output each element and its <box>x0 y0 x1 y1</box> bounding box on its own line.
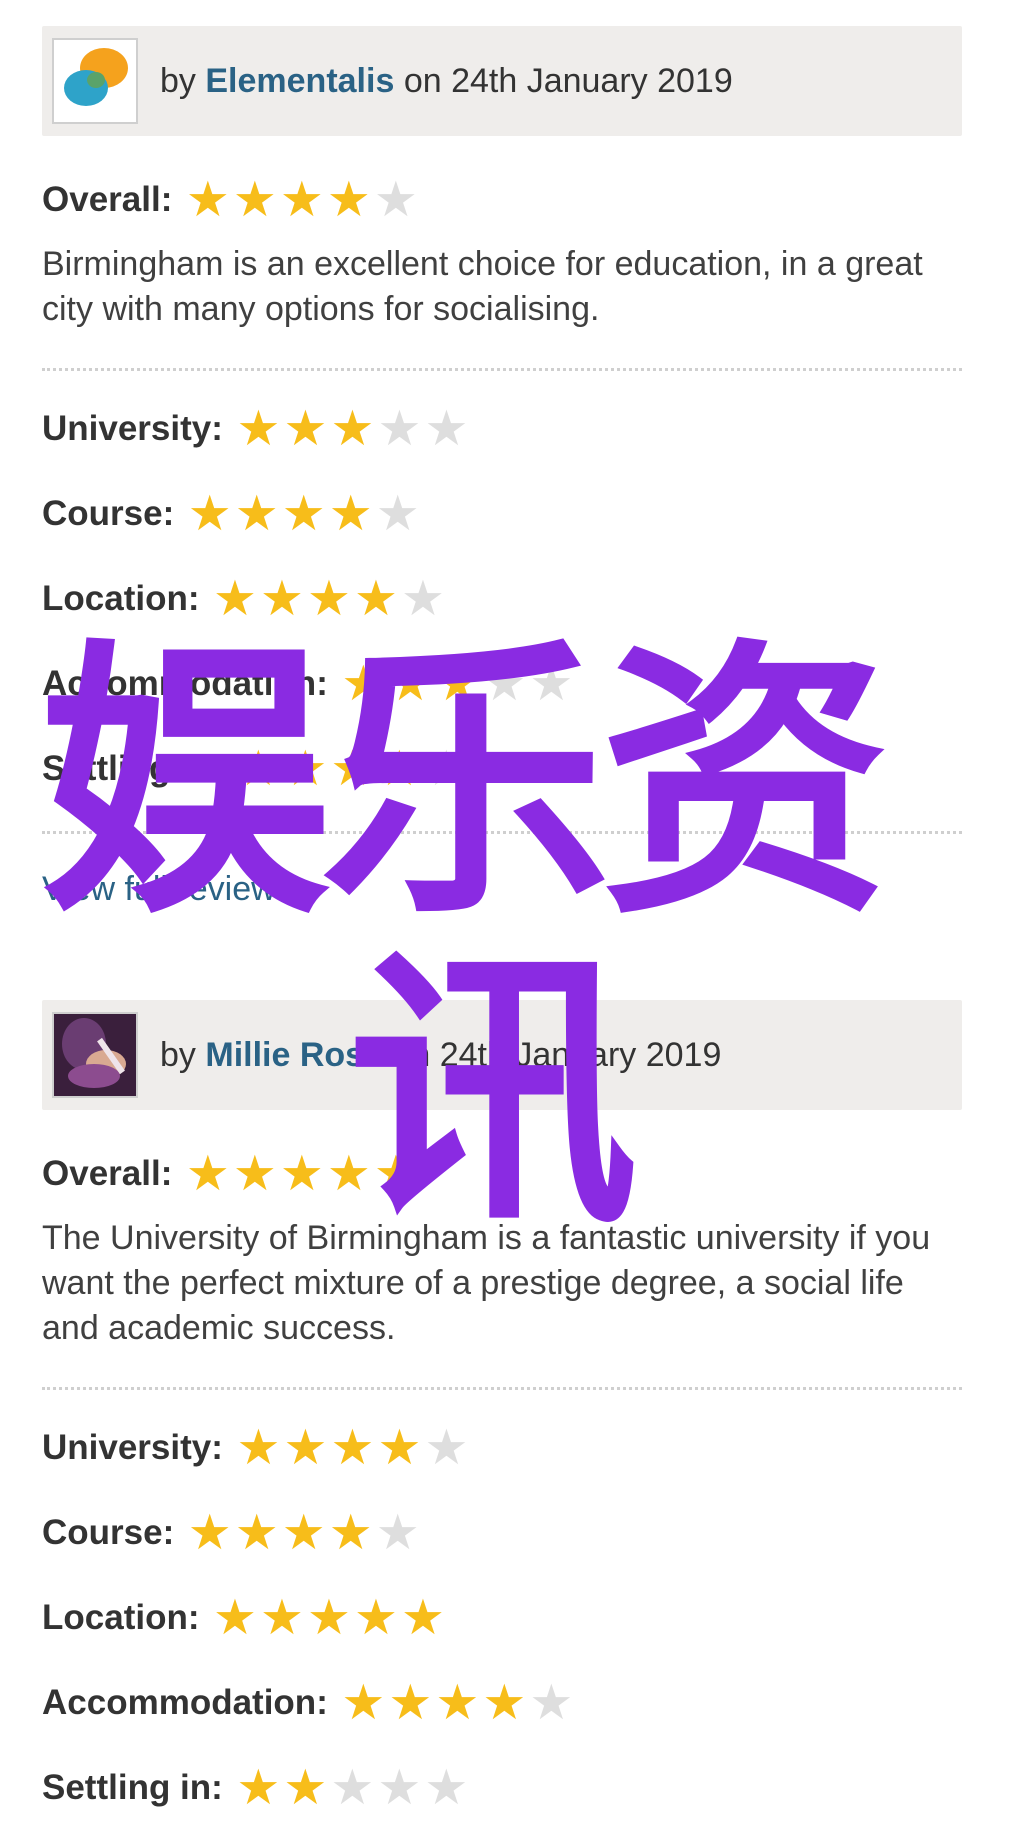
star-filled-icon: ★ <box>236 401 281 456</box>
by-label: by <box>160 1035 196 1074</box>
by-label: by <box>160 61 196 100</box>
category-row-university: University: ★ ★ ★ ★ ★ <box>42 1422 962 1474</box>
star-rating: ★ ★ ★ ★ ★ <box>235 1420 470 1475</box>
star-filled-icon: ★ <box>281 486 326 541</box>
star-filled-icon: ★ <box>236 1420 281 1475</box>
speech-bubble-avatar-icon <box>64 48 128 106</box>
star-filled-icon: ★ <box>260 1590 304 1645</box>
star-filled-icon: ★ <box>330 1420 375 1475</box>
star-filled-icon: ★ <box>435 1675 480 1730</box>
review-date: on 24th January 2019 <box>403 61 733 100</box>
category-row-course: Course: ★ ★ ★ ★ ★ <box>42 1507 962 1559</box>
category-label: Settling in: <box>42 1768 223 1807</box>
star-rating: ★ ★ ★ ★ ★ <box>235 1760 470 1815</box>
star-filled-icon: ★ <box>232 1146 277 1201</box>
star-filled-icon: ★ <box>283 1760 328 1815</box>
star-filled-icon: ★ <box>236 1760 281 1815</box>
star-filled-icon: ★ <box>377 1420 422 1475</box>
star-empty-icon: ★ <box>373 172 418 227</box>
overall-label: Overall: <box>42 180 173 219</box>
overall-rating-row: Overall: ★ ★ ★ ★ ★ <box>42 174 962 226</box>
star-rating: ★ ★ ★ ★ ★ <box>235 401 470 456</box>
star-filled-icon: ★ <box>279 1146 324 1201</box>
star-filled-icon: ★ <box>234 486 279 541</box>
star-filled-icon: ★ <box>328 1505 373 1560</box>
avatar[interactable] <box>52 1012 138 1098</box>
star-filled-icon: ★ <box>232 172 277 227</box>
category-label: Location: <box>42 1598 200 1637</box>
star-empty-icon: ★ <box>330 1760 375 1815</box>
watermark-text: 娱乐资 <box>40 616 890 953</box>
star-filled-icon: ★ <box>185 1146 230 1201</box>
category-label: University: <box>42 409 223 448</box>
watermark-text: 讯 <box>348 926 638 1263</box>
divider <box>42 1387 962 1390</box>
star-filled-icon: ★ <box>341 1675 386 1730</box>
star-filled-icon: ★ <box>388 1675 433 1730</box>
star-filled-icon: ★ <box>281 1505 326 1560</box>
review-header: by Elementalis on 24th January 2019 <box>42 26 962 136</box>
star-empty-icon: ★ <box>424 401 469 456</box>
review-byline: by Elementalis on 24th January 2019 <box>160 62 733 101</box>
star-empty-icon: ★ <box>375 1505 420 1560</box>
category-row-course: Course: ★ ★ ★ ★ ★ <box>42 488 962 540</box>
star-empty-icon: ★ <box>377 401 422 456</box>
photo-avatar-icon <box>54 1014 136 1096</box>
star-filled-icon: ★ <box>401 1590 445 1645</box>
category-row-location: Location: ★ ★ ★ ★ ★ <box>42 1592 962 1644</box>
star-rating: ★ ★ ★ ★ ★ <box>186 1505 421 1560</box>
star-empty-icon: ★ <box>424 1760 469 1815</box>
star-filled-icon: ★ <box>213 1590 257 1645</box>
star-rating: ★ ★ ★ ★ ★ <box>186 486 421 541</box>
star-filled-icon: ★ <box>307 1590 351 1645</box>
overall-label: Overall: <box>42 1154 173 1193</box>
star-filled-icon: ★ <box>482 1675 527 1730</box>
category-label: University: <box>42 1428 223 1467</box>
star-filled-icon: ★ <box>187 486 232 541</box>
star-filled-icon: ★ <box>234 1505 279 1560</box>
avatar[interactable] <box>52 38 138 124</box>
category-label: Course: <box>42 494 175 533</box>
divider <box>42 368 962 371</box>
star-filled-icon: ★ <box>283 1420 328 1475</box>
star-empty-icon: ★ <box>375 486 420 541</box>
star-filled-icon: ★ <box>326 172 371 227</box>
star-filled-icon: ★ <box>283 401 328 456</box>
category-label: Accommodation: <box>42 1683 328 1722</box>
star-empty-icon: ★ <box>424 1420 469 1475</box>
category-row-settling-in: Settling in: ★ ★ ★ ★ ★ <box>42 1762 962 1814</box>
star-empty-icon: ★ <box>377 1760 422 1815</box>
star-filled-icon: ★ <box>328 486 373 541</box>
star-filled-icon: ★ <box>187 1505 232 1560</box>
star-filled-icon: ★ <box>330 401 375 456</box>
author-link[interactable]: Elementalis <box>205 62 394 100</box>
star-empty-icon: ★ <box>529 1675 574 1730</box>
star-filled-icon: ★ <box>279 172 324 227</box>
star-filled-icon: ★ <box>185 172 230 227</box>
category-row-accommodation: Accommodation: ★ ★ ★ ★ ★ <box>42 1677 962 1729</box>
star-rating: ★ ★ ★ ★ ★ <box>340 1675 575 1730</box>
category-row-university: University: ★ ★ ★ ★ ★ <box>42 403 962 455</box>
star-rating: ★ ★ ★ ★ ★ <box>184 172 419 227</box>
star-rating: ★ ★ ★ ★ ★ <box>211 1590 446 1645</box>
review-text: Birmingham is an excellent choice for ed… <box>42 245 923 328</box>
category-label: Course: <box>42 1513 175 1552</box>
star-filled-icon: ★ <box>354 1590 398 1645</box>
category-label: Location: <box>42 579 200 618</box>
